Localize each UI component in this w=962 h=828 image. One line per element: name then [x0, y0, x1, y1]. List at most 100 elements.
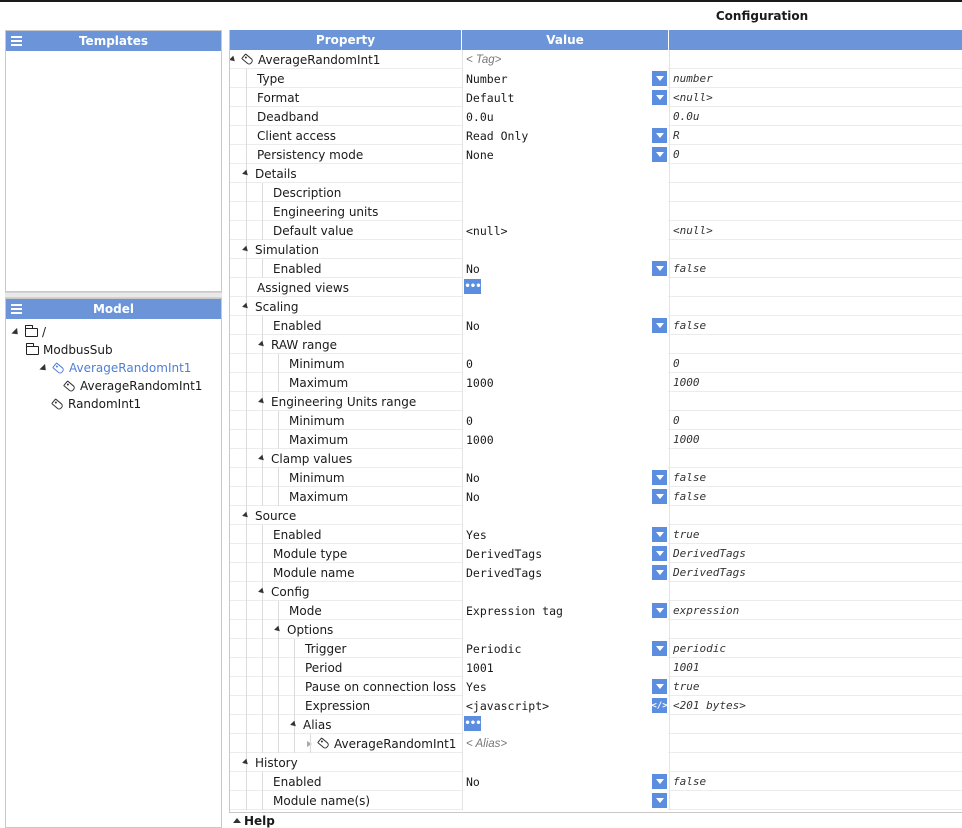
property-value-cell[interactable]: < Alias>: [462, 734, 668, 753]
property-value-cell[interactable]: 0.0u: [462, 107, 668, 126]
property-name-cell[interactable]: AverageRandomInt1: [230, 734, 461, 753]
property-value-cell[interactable]: <null>: [462, 221, 668, 240]
value-column-header[interactable]: Value: [462, 30, 669, 50]
collapse-arrow-icon[interactable]: [242, 758, 250, 767]
property-name-cell[interactable]: RAW range: [230, 335, 461, 354]
property-value-cell[interactable]: [462, 164, 668, 183]
help-bar[interactable]: Help: [229, 812, 962, 828]
collapse-arrow-icon[interactable]: [242, 169, 250, 178]
property-value-cell[interactable]: <javascript> </>: [462, 696, 668, 715]
raw-column-header[interactable]: [669, 30, 962, 50]
property-value-cell[interactable]: DerivedTags: [462, 544, 668, 563]
property-value-cell[interactable]: [462, 297, 668, 316]
property-value-cell[interactable]: [462, 791, 668, 810]
property-name-cell[interactable]: Enabled: [230, 259, 461, 278]
property-name-cell[interactable]: Maximum: [230, 487, 461, 506]
property-name-cell[interactable]: Source: [230, 506, 461, 525]
property-name-cell[interactable]: Expression: [230, 696, 461, 715]
property-value-cell[interactable]: [462, 506, 668, 525]
property-value-cell[interactable]: Periodic: [462, 639, 668, 658]
collapse-arrow-icon[interactable]: [242, 511, 250, 520]
property-name-cell[interactable]: Clamp values: [230, 449, 461, 468]
property-value-cell[interactable]: Yes: [462, 525, 668, 544]
property-value-cell[interactable]: 1000: [462, 430, 668, 449]
property-value-cell[interactable]: Number: [462, 69, 668, 88]
property-name-cell[interactable]: Period: [230, 658, 461, 677]
property-value-cell[interactable]: •••: [462, 278, 668, 297]
property-name-cell[interactable]: Type: [230, 69, 461, 88]
tree-node[interactable]: AverageRandomInt1: [63, 377, 202, 395]
property-name-cell[interactable]: Pause on connection loss: [230, 677, 461, 696]
property-value-cell[interactable]: DerivedTags: [462, 563, 668, 582]
dropdown-arrow-icon[interactable]: [652, 603, 667, 618]
property-name-cell[interactable]: Alias: [230, 715, 461, 734]
property-value-cell[interactable]: [462, 582, 668, 601]
property-value-cell[interactable]: Read Only: [462, 126, 668, 145]
property-name-cell[interactable]: Enabled: [230, 772, 461, 791]
property-value-cell[interactable]: [462, 753, 668, 772]
property-name-cell[interactable]: Maximum: [230, 373, 461, 392]
dropdown-arrow-icon[interactable]: [652, 546, 667, 561]
property-value-cell[interactable]: 0: [462, 354, 668, 373]
property-value-cell[interactable]: 1001: [462, 658, 668, 677]
menu-icon[interactable]: [11, 36, 22, 46]
property-name-cell[interactable]: Default value: [230, 221, 461, 240]
property-name-cell[interactable]: Enabled: [230, 525, 461, 544]
property-value-cell[interactable]: [462, 183, 668, 202]
ellipsis-button[interactable]: •••: [464, 716, 482, 731]
property-value-cell[interactable]: [462, 449, 668, 468]
dropdown-arrow-icon[interactable]: [652, 793, 667, 808]
property-name-cell[interactable]: Config: [230, 582, 461, 601]
property-value-cell[interactable]: 1000: [462, 373, 668, 392]
property-value-cell[interactable]: •••: [462, 715, 668, 734]
property-name-cell[interactable]: Enabled: [230, 316, 461, 335]
dropdown-arrow-icon[interactable]: [652, 261, 667, 276]
dropdown-arrow-icon[interactable]: [652, 489, 667, 504]
dropdown-arrow-icon[interactable]: [652, 565, 667, 580]
property-name-cell[interactable]: Trigger: [230, 639, 461, 658]
tree-node[interactable]: AverageRandomInt1: [39, 359, 191, 377]
collapse-arrow-icon[interactable]: [290, 720, 298, 729]
dropdown-arrow-icon[interactable]: [652, 318, 667, 333]
collapse-arrow-icon[interactable]: [258, 397, 266, 406]
property-value-cell[interactable]: No: [462, 259, 668, 278]
ellipsis-button[interactable]: •••: [464, 279, 482, 294]
collapse-arrow-icon[interactable]: [258, 454, 266, 463]
expand-arrow-icon[interactable]: [39, 363, 49, 373]
property-value-cell[interactable]: 0: [462, 411, 668, 430]
property-value-cell[interactable]: Default: [462, 88, 668, 107]
property-name-cell[interactable]: Module type: [230, 544, 461, 563]
property-name-cell[interactable]: Assigned views: [230, 278, 461, 297]
property-name-cell[interactable]: Module name: [230, 563, 461, 582]
property-value-cell[interactable]: Expression tag: [462, 601, 668, 620]
property-value-cell[interactable]: [462, 620, 668, 639]
property-name-cell[interactable]: Simulation: [230, 240, 461, 259]
property-value-cell[interactable]: No: [462, 316, 668, 335]
property-column-header[interactable]: Property: [230, 30, 462, 50]
property-name-cell[interactable]: Description: [230, 183, 461, 202]
tree-node[interactable]: /: [11, 323, 46, 341]
property-value-cell[interactable]: No: [462, 468, 668, 487]
menu-icon[interactable]: [11, 304, 22, 314]
property-name-cell[interactable]: Format: [230, 88, 461, 107]
collapse-arrow-icon[interactable]: [274, 625, 282, 634]
collapse-arrow-icon[interactable]: [242, 302, 250, 311]
property-name-cell[interactable]: Scaling: [230, 297, 461, 316]
collapse-arrow-icon[interactable]: [242, 245, 250, 254]
property-value-cell[interactable]: No: [462, 487, 668, 506]
collapse-arrow-icon[interactable]: [258, 587, 266, 596]
dropdown-arrow-icon[interactable]: [652, 71, 667, 86]
property-value-cell[interactable]: [462, 240, 668, 259]
property-name-cell[interactable]: Persistency mode: [230, 145, 461, 164]
dropdown-arrow-icon[interactable]: [652, 774, 667, 789]
dropdown-arrow-icon[interactable]: [652, 470, 667, 485]
property-name-cell[interactable]: Deadband: [230, 107, 461, 126]
dropdown-arrow-icon[interactable]: [652, 90, 667, 105]
collapse-arrow-icon[interactable]: [258, 340, 266, 349]
property-name-cell[interactable]: Minimum: [230, 468, 461, 487]
tree-node[interactable]: ModbusSub: [26, 341, 113, 359]
dropdown-arrow-icon[interactable]: [652, 679, 667, 694]
property-name-cell[interactable]: History: [230, 753, 461, 772]
property-name-cell[interactable]: Mode: [230, 601, 461, 620]
property-name-cell[interactable]: Engineering Units range: [230, 392, 461, 411]
